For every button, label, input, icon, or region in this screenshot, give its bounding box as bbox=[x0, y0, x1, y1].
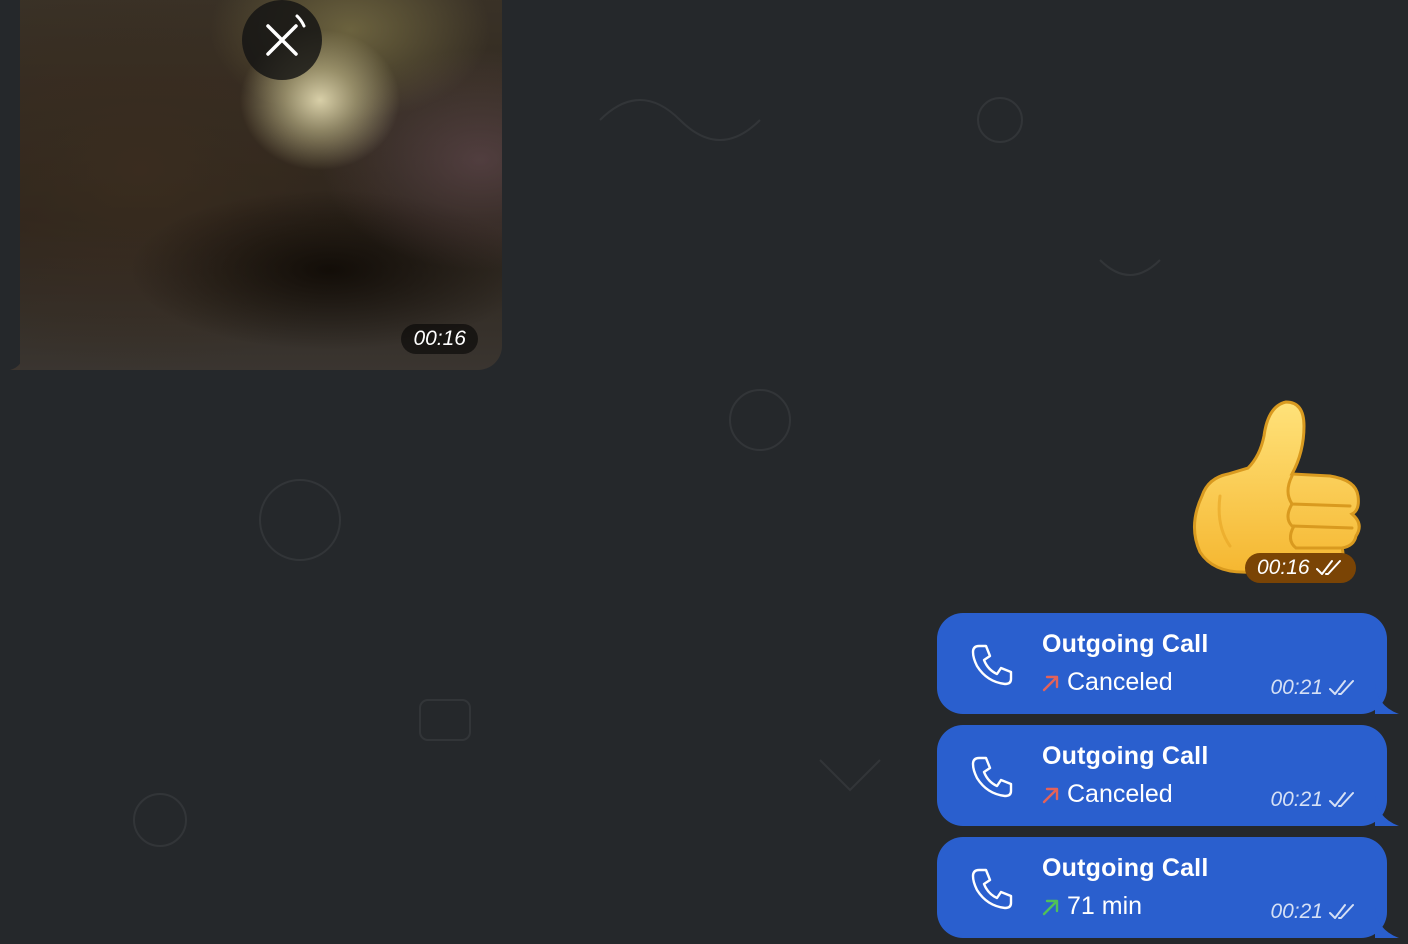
call-timestamp: 00:21 bbox=[1270, 676, 1359, 700]
outgoing-arrow-icon bbox=[1042, 899, 1059, 915]
media-timestamp: 00:16 bbox=[401, 324, 478, 354]
double-check-icon bbox=[1329, 680, 1354, 695]
call-time-text: 00:21 bbox=[1270, 900, 1323, 923]
cancel-download-button[interactable] bbox=[242, 0, 322, 80]
phone-icon[interactable] bbox=[967, 752, 1017, 802]
double-check-icon bbox=[1315, 560, 1341, 575]
outgoing-call-message[interactable]: Outgoing Call 71 min 00:21 bbox=[937, 837, 1399, 938]
outgoing-call-message[interactable]: Outgoing Call Canceled 00:21 bbox=[937, 613, 1399, 714]
call-timestamp: 00:21 bbox=[1270, 788, 1359, 812]
double-check-icon bbox=[1329, 792, 1354, 807]
double-check-icon bbox=[1329, 904, 1354, 919]
phone-icon[interactable] bbox=[967, 864, 1017, 914]
bubble-tail bbox=[1375, 796, 1399, 826]
call-status-text: Canceled bbox=[1067, 668, 1173, 696]
close-icon bbox=[266, 14, 306, 56]
outgoing-arrow-icon bbox=[1042, 787, 1059, 803]
call-title: Outgoing Call bbox=[1042, 854, 1209, 882]
bubble-tail bbox=[1375, 684, 1399, 714]
outgoing-call-message[interactable]: Outgoing Call Canceled 00:21 bbox=[937, 725, 1399, 826]
call-status: Canceled bbox=[1041, 668, 1173, 697]
call-time-text: 00:21 bbox=[1270, 788, 1323, 811]
call-status: Canceled bbox=[1041, 780, 1173, 809]
call-timestamp: 00:21 bbox=[1270, 900, 1359, 924]
incoming-media-message[interactable]: 00:16 bbox=[0, 0, 520, 380]
sticker-time-text: 00:16 bbox=[1257, 556, 1310, 579]
call-status-text: 71 min bbox=[1067, 892, 1143, 920]
call-time-text: 00:21 bbox=[1270, 676, 1323, 699]
phone-icon[interactable] bbox=[967, 640, 1017, 690]
call-status: 71 min bbox=[1041, 892, 1142, 921]
sticker-timestamp: 00:16 bbox=[1245, 553, 1356, 583]
call-title: Outgoing Call bbox=[1042, 742, 1209, 770]
media-preview[interactable]: 00:16 bbox=[20, 0, 502, 370]
call-status-text: Canceled bbox=[1067, 780, 1173, 808]
outgoing-arrow-icon bbox=[1042, 675, 1059, 691]
call-title: Outgoing Call bbox=[1042, 630, 1209, 658]
bubble-tail bbox=[1375, 908, 1399, 938]
